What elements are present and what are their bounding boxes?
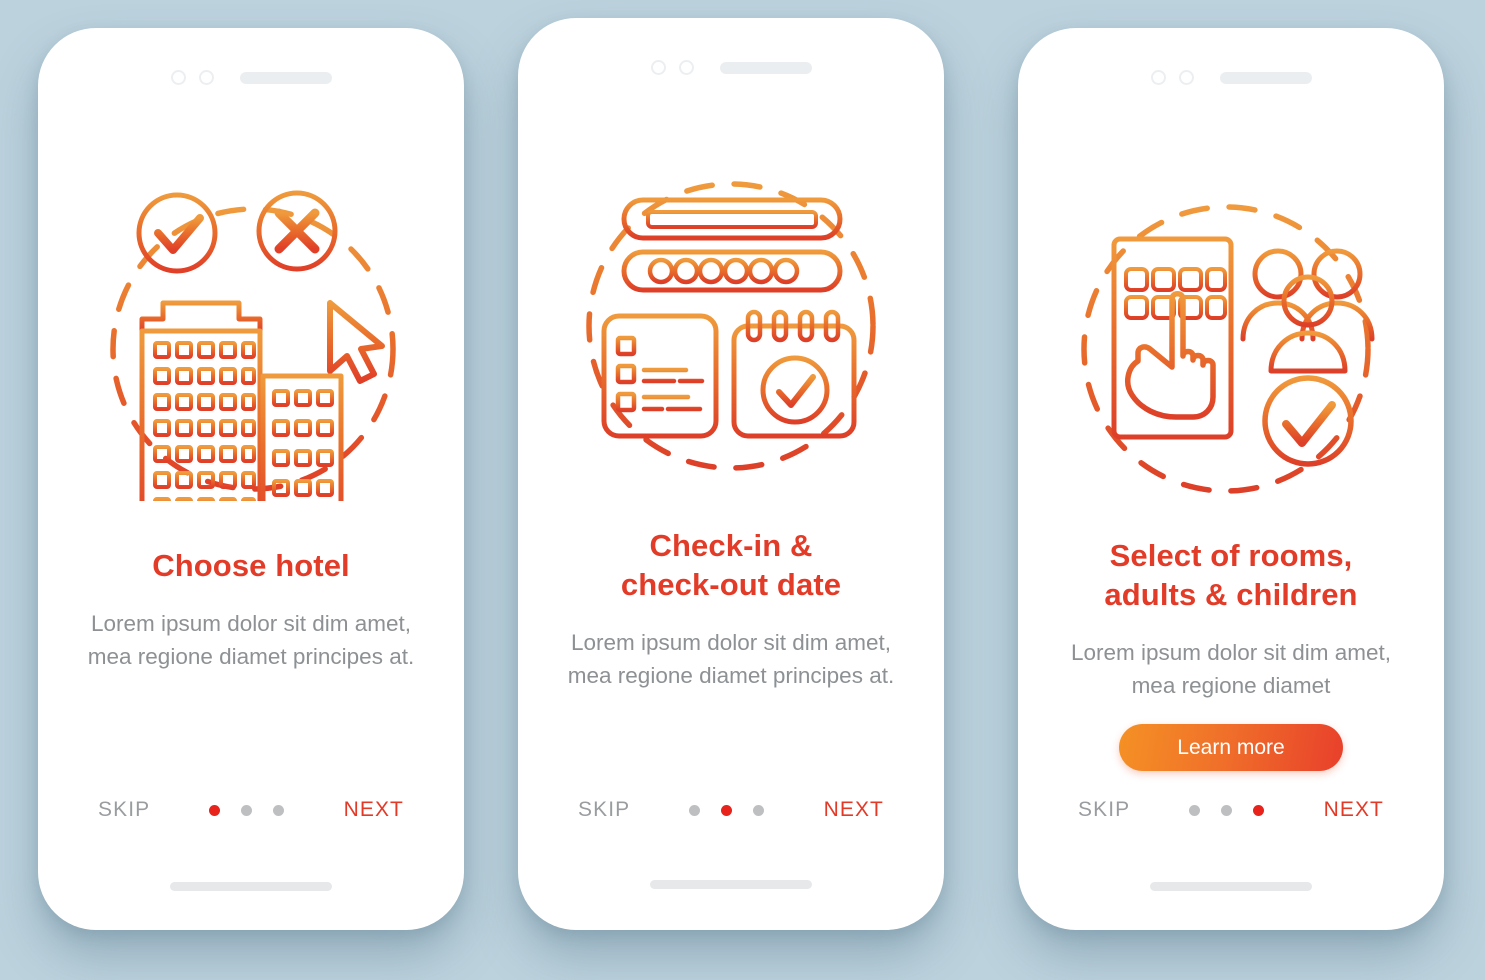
home-indicator-bar <box>170 882 332 891</box>
phone-status-notch-3 <box>1018 70 1444 85</box>
home-indicator-bar <box>650 880 812 889</box>
page-dot-2[interactable] <box>1221 804 1233 816</box>
illustration-hotel-buildings-select <box>38 176 464 506</box>
phone-mockup-1: Choose hotel Lorem ipsum dolor sit dim a… <box>38 28 464 930</box>
page-indicator-dots <box>209 804 285 816</box>
illustration-calendar-checklist-search <box>518 168 944 498</box>
onboarding-screens-stage: Choose hotel Lorem ipsum dolor sit dim a… <box>0 0 1485 980</box>
page-indicator-dots <box>1189 804 1265 816</box>
phone-mockup-3: Select of rooms, adults & children Lorem… <box>1018 28 1444 930</box>
onboarding-nav-2: SKIP NEXT <box>518 798 944 822</box>
page-dot-3[interactable] <box>753 804 765 816</box>
cta-container: Learn more <box>1052 724 1410 771</box>
page-indicator-dots <box>689 804 765 816</box>
camera-icon <box>650 60 666 75</box>
page-description: Lorem ipsum dolor sit dim amet, mea regi… <box>87 611 415 669</box>
screen-content-1: Choose hotel Lorem ipsum dolor sit dim a… <box>38 546 464 673</box>
screen-content-2: Check-in & check-out date Lorem ipsum do… <box>518 526 944 692</box>
camera-icon <box>1150 70 1166 85</box>
page-dot-1[interactable] <box>689 804 701 816</box>
page-dot-2[interactable] <box>721 804 733 816</box>
next-button[interactable]: NEXT <box>1324 798 1384 822</box>
phone-mockup-2: Check-in & check-out date Lorem ipsum do… <box>518 18 944 930</box>
page-dot-1[interactable] <box>209 804 221 816</box>
skip-button[interactable]: SKIP <box>1078 798 1130 822</box>
page-dot-2[interactable] <box>241 804 253 816</box>
camera-icon <box>170 70 186 85</box>
next-button[interactable]: NEXT <box>824 798 884 822</box>
sensor-icon <box>198 70 214 85</box>
skip-button[interactable]: SKIP <box>98 798 150 822</box>
page-description: Lorem ipsum dolor sit dim amet, mea regi… <box>1070 640 1392 698</box>
skip-button[interactable]: SKIP <box>578 798 630 822</box>
onboarding-nav-1: SKIP NEXT <box>38 798 464 822</box>
phone-status-notch-2 <box>518 60 944 75</box>
page-title: Choose hotel <box>152 548 350 583</box>
phone-status-notch-1 <box>38 70 464 85</box>
screen-content-3: Select of rooms, adults & children Lorem… <box>1018 536 1444 771</box>
sensor-icon <box>1178 70 1194 85</box>
speaker-bar <box>1219 71 1312 84</box>
page-dot-1[interactable] <box>1189 804 1201 816</box>
learn-more-button[interactable]: Learn more <box>1119 724 1343 771</box>
speaker-bar <box>719 61 812 74</box>
page-dot-3[interactable] <box>273 804 285 816</box>
onboarding-nav-3: SKIP NEXT <box>1018 798 1444 822</box>
page-description: Lorem ipsum dolor sit dim amet, mea regi… <box>567 630 895 688</box>
page-dot-3[interactable] <box>1253 804 1265 816</box>
speaker-bar <box>239 71 332 84</box>
home-indicator-bar <box>1150 882 1312 891</box>
next-button[interactable]: NEXT <box>344 798 404 822</box>
illustration-phone-tap-people-check <box>1018 186 1444 516</box>
page-title: Select of rooms, adults & children <box>1104 538 1358 612</box>
sensor-icon <box>678 60 694 75</box>
page-title: Check-in & check-out date <box>620 528 842 602</box>
